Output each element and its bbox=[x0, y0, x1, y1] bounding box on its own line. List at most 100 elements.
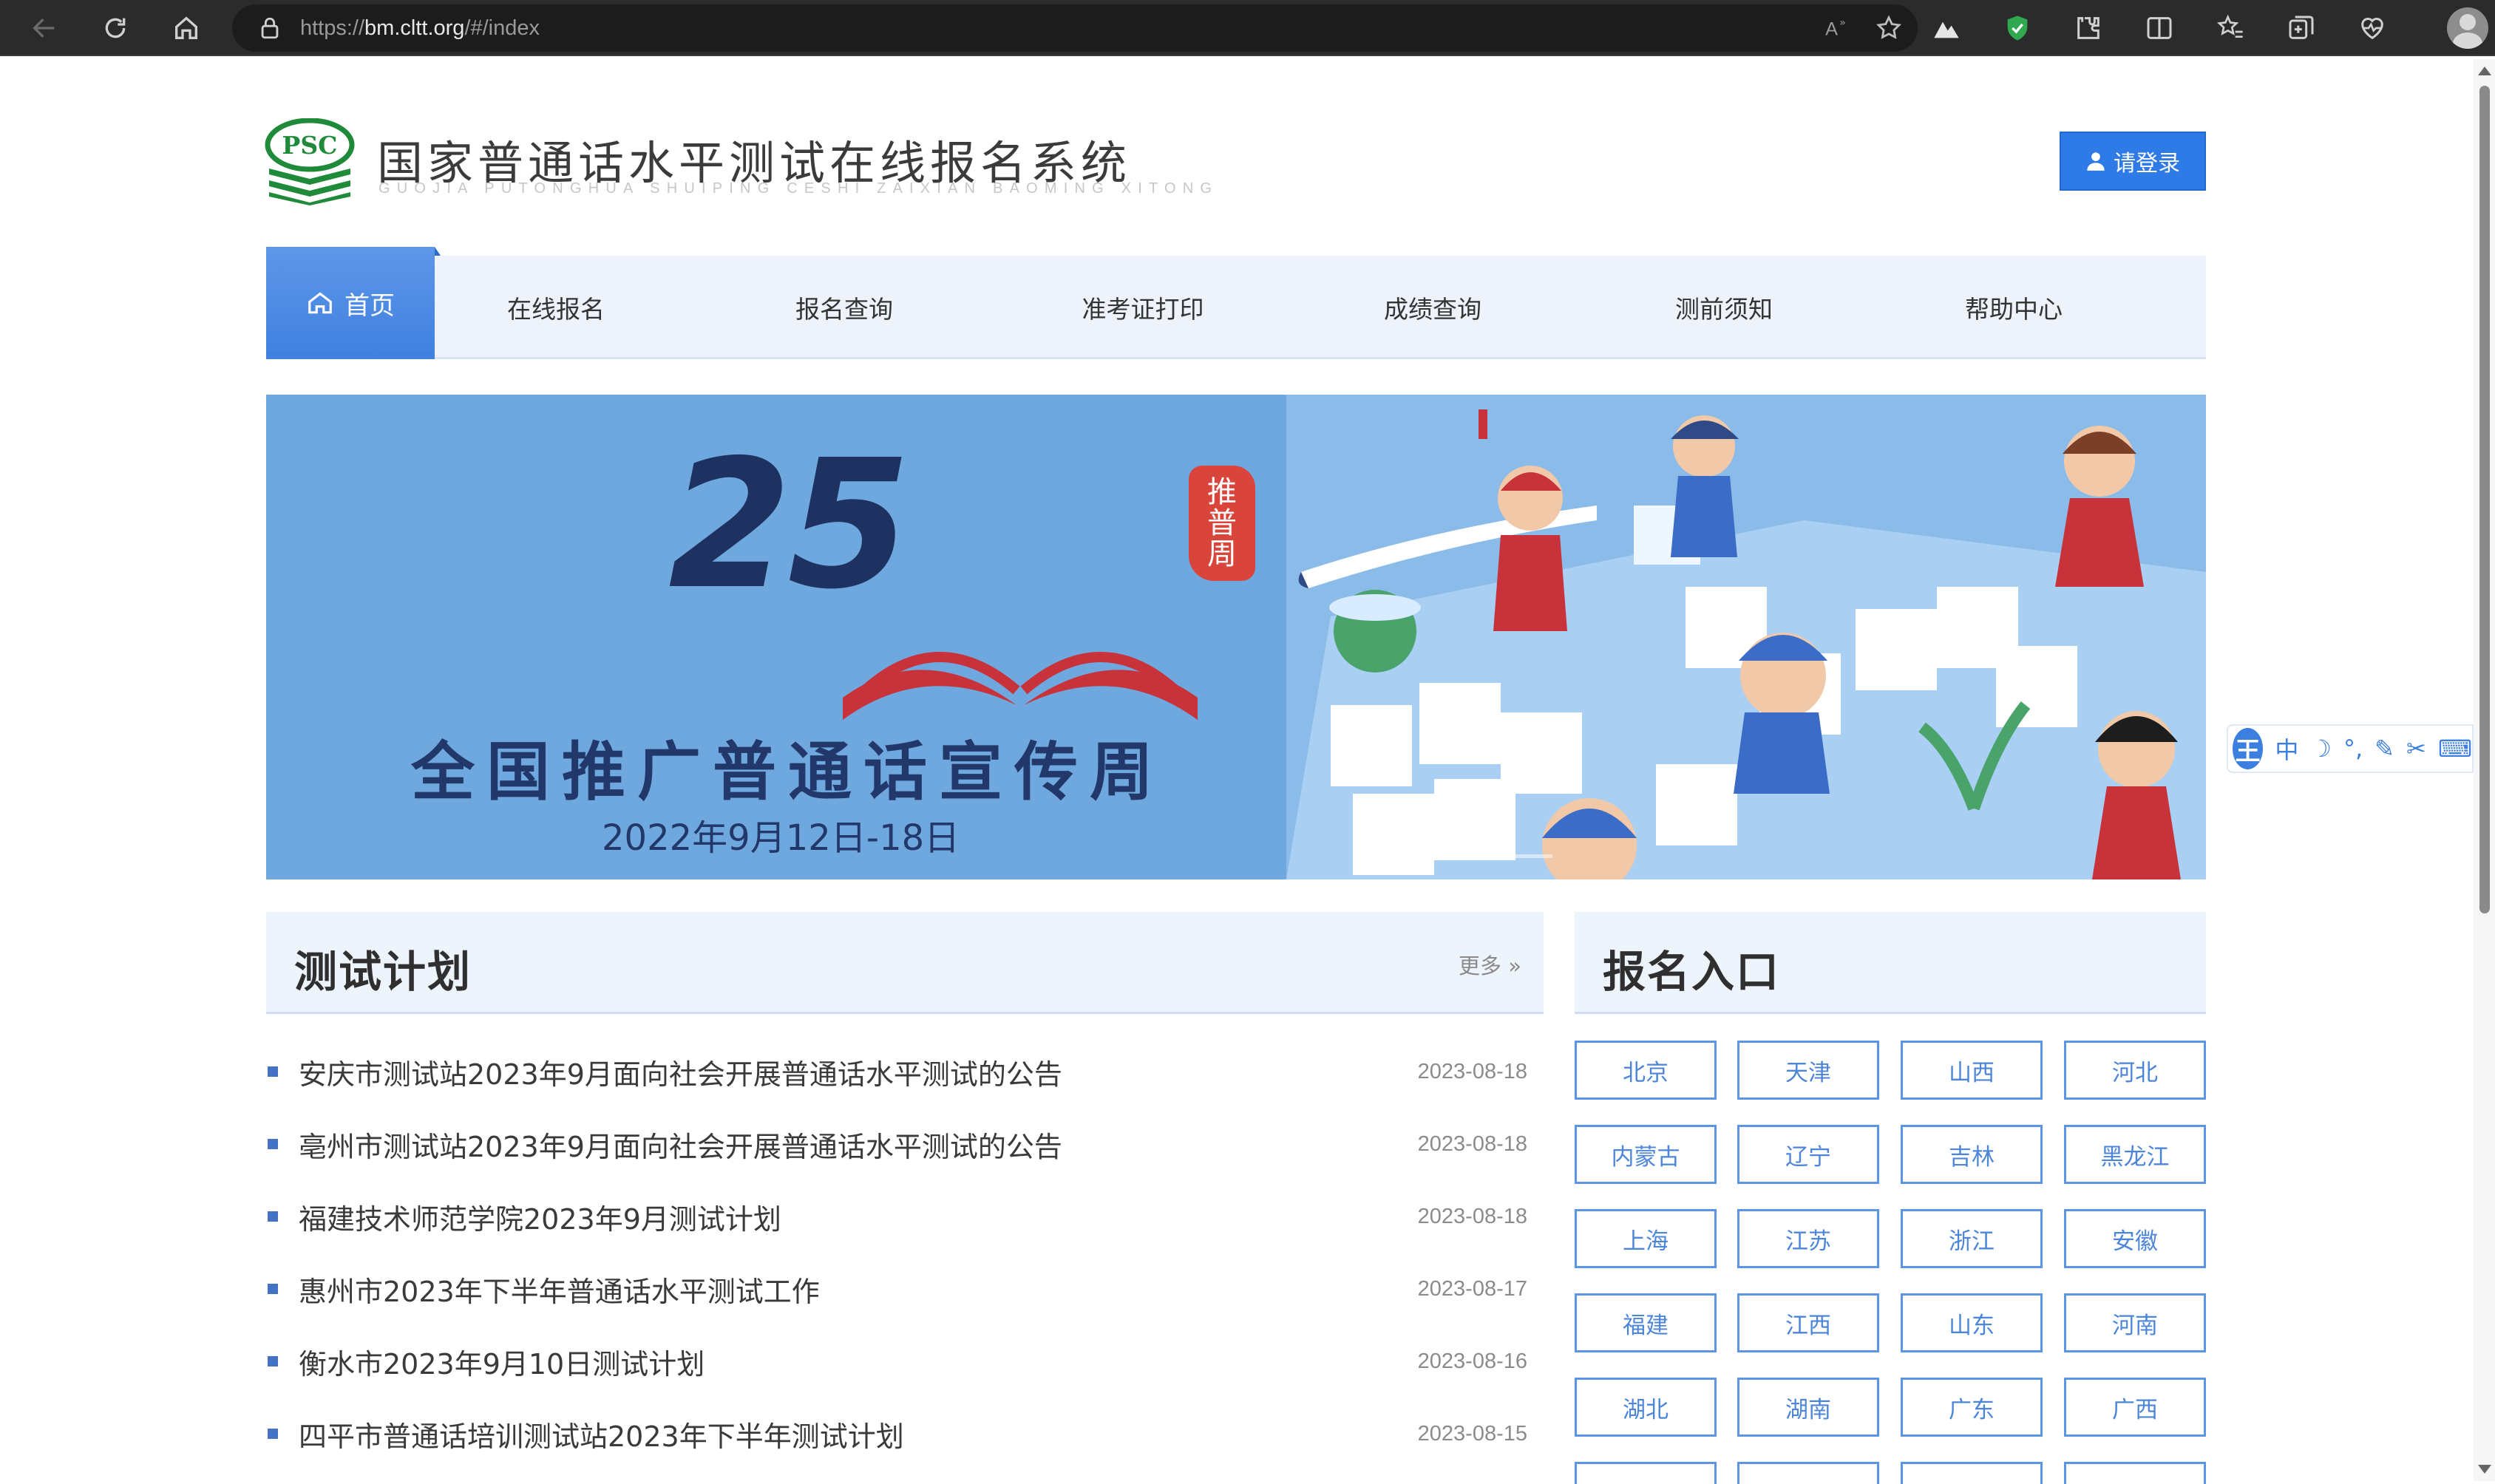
main-navigation: 首页 在线报名 报名查询 准考证打印 成绩查询 测前须知 帮助中心 bbox=[266, 247, 2206, 359]
carousel-indicators bbox=[1443, 854, 1552, 858]
plan-item-title: 亳州市测试站2023年9月面向社会开展普通话水平测试的公告 bbox=[299, 1130, 1062, 1163]
site-subtitle: GUOJIA PUTONGHUA SHUIPING CESHI ZAIXIAN … bbox=[379, 180, 1219, 197]
user-icon bbox=[2087, 152, 2105, 171]
registration-header: 报名入口 bbox=[1575, 912, 2206, 1014]
keyboard-icon[interactable]: ⌨ bbox=[2438, 735, 2472, 763]
banner-date: 2022年9月12日-18日 bbox=[602, 817, 960, 859]
collections-icon[interactable] bbox=[2284, 11, 2318, 45]
extensions-icon[interactable] bbox=[2071, 11, 2105, 45]
bullet-icon bbox=[268, 1429, 278, 1439]
region-button[interactable]: 河南 bbox=[2064, 1293, 2206, 1352]
promo-banner[interactable]: 25 推 普 周 全国推广普通话宣传周 2022年9月12日-18日 bbox=[266, 395, 2206, 879]
bullet-icon bbox=[268, 1211, 278, 1222]
region-button[interactable]: 天津 bbox=[1737, 1041, 1879, 1100]
bullet-icon bbox=[268, 1066, 278, 1077]
nav-score-query[interactable]: 成绩查询 bbox=[1338, 256, 1527, 359]
region-button[interactable]: 辽宁 bbox=[1737, 1125, 1879, 1184]
banner-illustration bbox=[1286, 395, 2206, 879]
nav-home[interactable]: 首页 bbox=[266, 247, 441, 359]
plan-item-date: 2023-08-15 bbox=[1417, 1421, 1527, 1446]
performance-heart-icon[interactable] bbox=[2355, 11, 2389, 45]
plan-item-title: 衡水市2023年9月10日测试计划 bbox=[299, 1347, 705, 1381]
pen-icon[interactable]: ✎ bbox=[2375, 735, 2394, 763]
ime-toolbar[interactable]: 王 中 ☽ °, ✎ ✂ ⌨ bbox=[2227, 724, 2474, 773]
plan-item-title: 安庆市测试站2023年9月面向社会开展普通话水平测试的公告 bbox=[299, 1058, 1062, 1091]
region-button[interactable]: 福建 bbox=[1575, 1293, 1717, 1352]
shield-extension-icon[interactable] bbox=[2000, 11, 2034, 45]
list-item[interactable]: 四平市普通话培训测试站2023年下半年测试计划 2023-08-15 bbox=[266, 1404, 1527, 1463]
plan-item-date: 2023-08-18 bbox=[1417, 1059, 1527, 1083]
more-link[interactable]: 更多 » bbox=[1459, 949, 1521, 980]
svg-text:A: A bbox=[1825, 19, 1838, 40]
region-button[interactable]: 黑龙江 bbox=[2064, 1125, 2206, 1184]
refresh-icon[interactable] bbox=[96, 9, 135, 47]
ime-mode[interactable]: 中 bbox=[2275, 732, 2298, 766]
plan-item-title: 四平市普通话培训测试站2023年下半年测试计划 bbox=[299, 1420, 904, 1453]
banner-number: 25 bbox=[668, 421, 911, 628]
region-button[interactable]: 内蒙古 bbox=[1575, 1125, 1717, 1184]
login-button[interactable]: 请登录 bbox=[2060, 132, 2206, 191]
address-bar[interactable]: https://bm.cltt.org/#/index A» bbox=[232, 4, 1918, 52]
favorites-icon[interactable] bbox=[2213, 11, 2247, 45]
scissors-icon[interactable]: ✂ bbox=[2406, 735, 2426, 763]
favorite-star-icon[interactable] bbox=[1875, 14, 1903, 42]
browser-toolbar: https://bm.cltt.org/#/index A» bbox=[0, 0, 2495, 56]
test-plan-header: 测试计划 更多 » bbox=[266, 912, 1544, 1014]
list-item[interactable]: 安庆市测试站2023年9月面向社会开展普通话水平测试的公告 2023-08-18 bbox=[266, 1042, 1527, 1101]
nav-home-label: 首页 bbox=[344, 290, 395, 321]
login-label: 请登录 bbox=[2114, 151, 2180, 177]
split-screen-icon[interactable] bbox=[2142, 11, 2176, 45]
carousel-dot[interactable] bbox=[1502, 854, 1552, 858]
home-nav-icon bbox=[308, 292, 332, 314]
punctuation-icon[interactable]: °, bbox=[2343, 735, 2363, 763]
region-button[interactable]: 湖南 bbox=[1737, 1378, 1879, 1437]
plan-item-date: 2023-08-18 bbox=[1417, 1131, 1527, 1156]
region-button[interactable]: 广西 bbox=[2064, 1378, 2206, 1437]
plan-item-title: 惠州市2023年下半年普通话水平测试工作 bbox=[299, 1275, 820, 1308]
read-aloud-icon[interactable]: A» bbox=[1823, 14, 1851, 42]
region-button[interactable]: 浙江 bbox=[1901, 1209, 2043, 1268]
nav-pretest-notice[interactable]: 测前须知 bbox=[1629, 256, 1819, 359]
region-button[interactable]: 河北 bbox=[2064, 1041, 2206, 1100]
region-button[interactable]: 江苏 bbox=[1737, 1209, 1879, 1268]
region-button[interactable]: 湖北 bbox=[1575, 1378, 1717, 1437]
logo-text: PSC bbox=[282, 131, 338, 160]
bullet-icon bbox=[268, 1284, 278, 1294]
extension-mountain-icon[interactable] bbox=[1929, 11, 1963, 45]
region-button[interactable]: 广东 bbox=[1901, 1378, 2043, 1437]
test-plan-title: 测试计划 bbox=[294, 947, 472, 997]
region-button[interactable]: 山西 bbox=[1901, 1041, 2043, 1100]
scroll-down-icon[interactable] bbox=[2478, 1465, 2491, 1474]
moon-icon[interactable]: ☽ bbox=[2310, 735, 2332, 763]
carousel-dot[interactable] bbox=[1443, 854, 1493, 858]
scrollbar-thumb[interactable] bbox=[2479, 86, 2490, 913]
banner-title: 全国推广普通话宣传周 bbox=[411, 735, 1165, 809]
region-button[interactable]: 吉林 bbox=[1901, 1125, 2043, 1184]
plan-item-date: 2023-08-17 bbox=[1417, 1276, 1527, 1301]
psc-logo: PSC bbox=[265, 118, 355, 205]
region-button[interactable]: 山东 bbox=[1901, 1293, 2043, 1352]
profile-avatar[interactable] bbox=[2447, 7, 2488, 49]
home-icon[interactable] bbox=[167, 9, 206, 47]
list-item[interactable]: 惠州市2023年下半年普通话水平测试工作 2023-08-17 bbox=[266, 1259, 1527, 1318]
nav-admission-print[interactable]: 准考证打印 bbox=[1032, 256, 1254, 359]
open-book-graphic bbox=[843, 652, 1198, 720]
region-button[interactable]: 北京 bbox=[1575, 1041, 1717, 1100]
nav-online-registration[interactable]: 在线报名 bbox=[461, 256, 651, 359]
region-button[interactable]: 江西 bbox=[1737, 1293, 1879, 1352]
list-item[interactable]: 衡水市2023年9月10日测试计划 2023-08-16 bbox=[266, 1332, 1527, 1391]
region-button[interactable]: 上海 bbox=[1575, 1209, 1717, 1268]
nav-registration-query[interactable]: 报名查询 bbox=[750, 256, 939, 359]
list-item[interactable]: 福建技术师范学院2023年9月测试计划 2023-08-18 bbox=[266, 1187, 1527, 1246]
back-icon[interactable] bbox=[25, 9, 64, 47]
plan-item-date: 2023-08-18 bbox=[1417, 1204, 1527, 1228]
vertical-scrollbar[interactable] bbox=[2474, 59, 2495, 1481]
lock-icon bbox=[261, 17, 279, 39]
nav-help-center[interactable]: 帮助中心 bbox=[1919, 256, 2108, 359]
svg-text:»: » bbox=[1839, 17, 1846, 29]
ime-logo[interactable]: 王 bbox=[2233, 728, 2264, 769]
scroll-up-icon[interactable] bbox=[2478, 67, 2491, 75]
registration-title: 报名入口 bbox=[1603, 947, 1781, 997]
list-item[interactable]: 亳州市测试站2023年9月面向社会开展普通话水平测试的公告 2023-08-18 bbox=[266, 1114, 1527, 1174]
region-button[interactable]: 安徽 bbox=[2064, 1209, 2206, 1268]
